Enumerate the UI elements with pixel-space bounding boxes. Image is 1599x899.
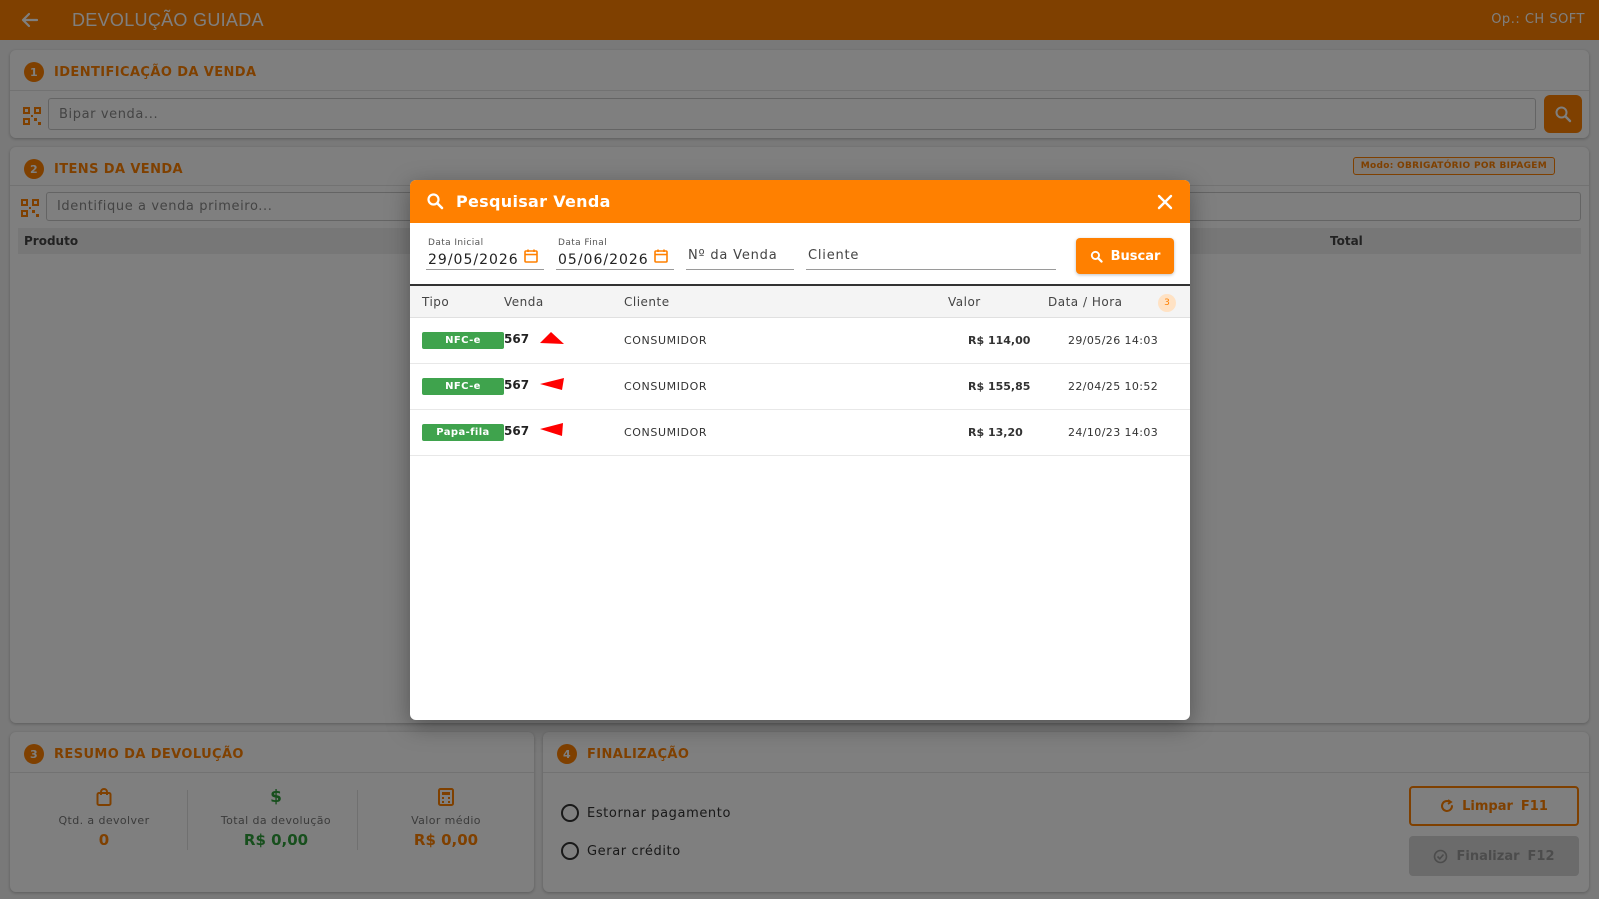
cliente-name: CONSUMIDOR bbox=[624, 380, 708, 393]
data-hora: 24/10/23 14:03 bbox=[1068, 426, 1159, 439]
tipo-badge: NFC-e bbox=[422, 332, 504, 349]
results-count-badge: 3 bbox=[1158, 294, 1176, 312]
numero-venda-input[interactable]: Nº da Venda bbox=[686, 238, 794, 270]
tipo-badge: Papa-fila bbox=[422, 424, 504, 441]
calendar-icon[interactable] bbox=[654, 248, 668, 267]
data-final-value: 05/06/2026 bbox=[558, 252, 649, 268]
venda-number: 567 bbox=[504, 378, 530, 392]
data-hora: 29/05/26 14:03 bbox=[1068, 334, 1159, 347]
valor-amount: R$ 114,00 bbox=[968, 334, 1031, 347]
col-cliente: Cliente bbox=[624, 295, 670, 309]
valor-amount: R$ 13,20 bbox=[968, 426, 1023, 439]
pesquisar-venda-modal: Pesquisar Venda Data Inicial 29/05/2026 … bbox=[410, 180, 1190, 720]
cliente-input[interactable]: Cliente bbox=[806, 238, 1056, 270]
table-row[interactable]: NFC-e 567 CONSUMIDOR R$ 155,85 22/04/25 … bbox=[410, 364, 1190, 410]
cliente-name: CONSUMIDOR bbox=[624, 426, 708, 439]
table-row[interactable]: Papa-fila 567 CONSUMIDOR R$ 13,20 24/10/… bbox=[410, 410, 1190, 456]
close-icon[interactable] bbox=[1156, 193, 1174, 211]
data-inicial-label: Data Inicial bbox=[428, 238, 484, 248]
col-tipo: Tipo bbox=[422, 295, 450, 309]
calendar-icon[interactable] bbox=[524, 248, 538, 267]
buscar-label: Buscar bbox=[1110, 248, 1161, 264]
arrow-annotation-icon bbox=[540, 378, 564, 390]
modal-title: Pesquisar Venda bbox=[456, 192, 611, 211]
modal-header: Pesquisar Venda bbox=[410, 180, 1190, 223]
data-final-label: Data Final bbox=[558, 238, 608, 248]
cliente-name: CONSUMIDOR bbox=[624, 334, 708, 347]
venda-number: 567 bbox=[504, 332, 530, 346]
col-datahora: Data / Hora bbox=[1048, 295, 1123, 309]
data-inicial-field[interactable]: Data Inicial 29/05/2026 bbox=[426, 238, 544, 270]
results-table-header: Tipo Venda Cliente Valor Data / Hora 3 bbox=[410, 284, 1190, 318]
data-final-field[interactable]: Data Final 05/06/2026 bbox=[556, 238, 674, 270]
arrow-annotation-icon bbox=[540, 332, 564, 344]
arrow-annotation-icon bbox=[540, 423, 563, 436]
search-icon bbox=[426, 192, 444, 214]
data-inicial-value: 29/05/2026 bbox=[428, 252, 519, 268]
col-valor: Valor bbox=[948, 295, 981, 309]
tipo-badge: NFC-e bbox=[422, 378, 504, 395]
valor-amount: R$ 155,85 bbox=[968, 380, 1031, 393]
table-row[interactable]: NFC-e 567 CONSUMIDOR R$ 114,00 29/05/26 … bbox=[410, 318, 1190, 364]
data-hora: 22/04/25 10:52 bbox=[1068, 380, 1159, 393]
venda-number: 567 bbox=[504, 424, 530, 438]
numero-venda-placeholder: Nº da Venda bbox=[688, 248, 778, 263]
search-icon bbox=[1090, 250, 1103, 263]
col-venda: Venda bbox=[504, 295, 544, 309]
cliente-placeholder: Cliente bbox=[808, 248, 860, 263]
buscar-button[interactable]: Buscar bbox=[1076, 238, 1174, 274]
